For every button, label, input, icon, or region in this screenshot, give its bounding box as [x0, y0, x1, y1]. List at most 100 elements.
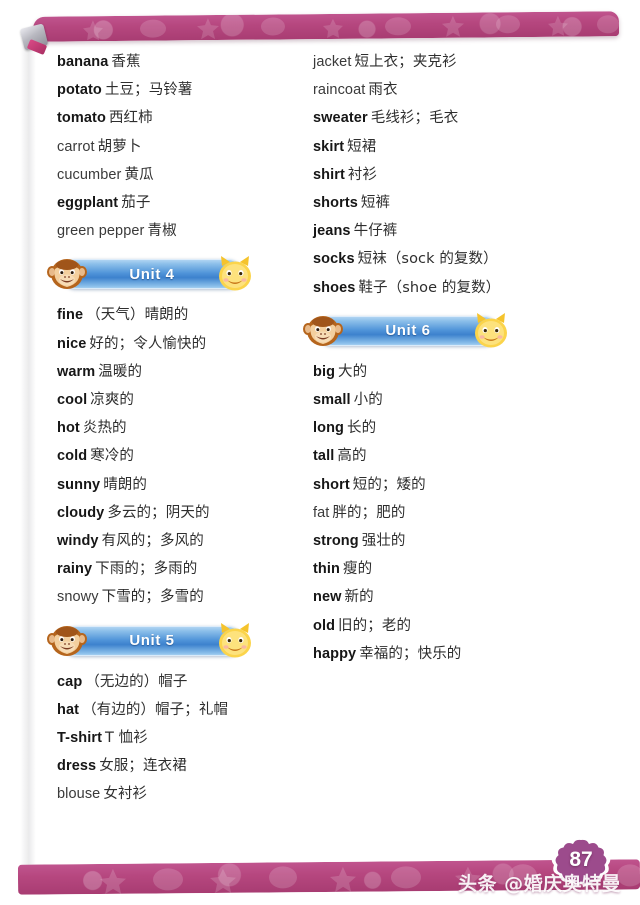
word-english: long — [313, 420, 345, 437]
monkey-face-icon — [303, 315, 343, 346]
word-chinese: （无边的）帽子 — [85, 673, 188, 690]
unit-5-word-list: cap （无边的）帽子 hat （有边的）帽子；礼帽 T-shirt T 恤衫 dre… — [57, 668, 307, 809]
cat-face-icon — [475, 312, 507, 348]
list-item: thin 瘦的 — [313, 555, 603, 583]
list-item: raincoat 雨衣 — [313, 76, 603, 104]
list-item: sweater 毛线衫；毛衣 — [313, 104, 603, 132]
list-item: small 小的 — [313, 386, 603, 414]
list-item: old 旧的；老的 — [313, 612, 603, 640]
list-item: tomato 西红柿 — [57, 104, 307, 132]
word-english: cool — [57, 392, 88, 409]
word-chinese: 香蕉 — [111, 54, 141, 70]
word-english: small — [313, 392, 351, 409]
list-item: sunny 晴朗的 — [57, 471, 307, 499]
word-chinese: 西红柿 — [108, 110, 153, 127]
watermark-text: 头条 @婚庆奥特曼 — [458, 873, 622, 895]
word-english: nice — [57, 335, 87, 352]
word-chinese: 凉爽的 — [90, 392, 135, 409]
word-chinese: 寒冷的 — [90, 448, 135, 465]
word-english: thin — [313, 561, 340, 578]
list-item: T-shirt T 恤衫 — [57, 724, 307, 752]
word-english: jeans — [313, 223, 351, 240]
word-english: fine — [57, 307, 84, 324]
list-item: hot 炎热的 — [57, 414, 307, 442]
word-chinese: 女服；连衣裙 — [99, 758, 187, 775]
word-english: banana — [57, 54, 109, 70]
textbook-page: banana 香蕉 potato 土豆；马铃薯 tomato 西红柿 carrot 胡萝… — [0, 0, 640, 905]
list-item: tall 高的 — [313, 442, 603, 470]
word-chinese: 多云的；阴天的 — [107, 504, 210, 521]
word-english: carrot — [57, 138, 95, 155]
word-chinese: 短裙 — [347, 138, 377, 155]
unit-5-label: Unit 5 — [129, 632, 175, 650]
word-chinese: 短袜（sock 的复数） — [357, 251, 498, 268]
word-english: green pepper — [57, 223, 145, 240]
word-english: jacket — [313, 54, 352, 70]
band-star-pattern-icon — [83, 15, 619, 41]
list-item: nice 好的；令人愉快的 — [57, 330, 307, 358]
word-chinese: 温暖的 — [98, 363, 143, 380]
unit-6-banner: Unit 6 — [303, 312, 507, 348]
unit-6-label: Unit 6 — [385, 322, 431, 340]
word-english: eggplant — [57, 195, 119, 212]
word-english: tomato — [57, 110, 106, 127]
word-english: shoes — [313, 279, 356, 296]
word-chinese: （天气）晴朗的 — [86, 307, 189, 324]
word-chinese: 雨衣 — [368, 82, 398, 99]
list-item: cool 凉爽的 — [57, 386, 307, 414]
word-chinese: 下雪的；多雪的 — [101, 589, 204, 606]
word-english: dress — [57, 758, 97, 775]
right-column: jacket 短上衣；夹克衫 raincoat 雨衣 sweater 毛线衫；毛衣 s… — [303, 48, 603, 668]
word-chinese: 幸福的；快乐的 — [359, 645, 462, 662]
list-item: cap （无边的）帽子 — [57, 668, 307, 696]
list-item: shoes 鞋子（shoe 的复数） — [313, 274, 603, 302]
list-item: short 短的；矮的 — [313, 471, 603, 499]
word-english: raincoat — [313, 82, 366, 99]
left-column: banana 香蕉 potato 土豆；马铃薯 tomato 西红柿 carrot 胡萝… — [47, 48, 307, 809]
word-english: blouse — [57, 786, 101, 803]
cat-face-icon — [219, 622, 251, 658]
word-english: short — [313, 476, 350, 493]
word-english: fat — [313, 504, 330, 521]
word-english: cold — [57, 448, 88, 465]
word-english: old — [313, 617, 336, 634]
word-chinese: 胖的；肥的 — [332, 504, 406, 521]
word-english: tall — [313, 448, 335, 465]
word-english: cloudy — [57, 504, 105, 521]
word-english: rainy — [57, 561, 93, 578]
word-english: cucumber — [57, 166, 122, 183]
word-english: shirt — [313, 166, 345, 183]
page-content: banana 香蕉 potato 土豆；马铃薯 tomato 西红柿 carrot 胡萝… — [0, 48, 640, 848]
list-item: shorts 短裤 — [313, 189, 603, 217]
word-english: hat — [57, 701, 80, 718]
unit-4-label: Unit 4 — [129, 265, 175, 283]
word-chinese: 强壮的 — [361, 533, 406, 550]
word-chinese: 土豆；马铃薯 — [104, 82, 193, 99]
list-item: banana 香蕉 — [57, 48, 307, 76]
word-chinese: 胡萝卜 — [97, 138, 142, 155]
list-item: windy 有风的；多风的 — [57, 527, 307, 555]
word-chinese: 晴朗的 — [103, 476, 148, 493]
list-item: socks 短袜（sock 的复数） — [313, 245, 603, 273]
word-chinese: 小的 — [353, 392, 383, 409]
word-chinese: 长的 — [347, 420, 377, 437]
word-chinese: 新的 — [344, 589, 374, 606]
word-english: snowy — [57, 589, 99, 606]
list-item: cloudy 多云的；阴天的 — [57, 499, 307, 527]
word-english: shorts — [313, 195, 358, 212]
word-chinese: 大的 — [338, 363, 368, 380]
word-chinese: 茄子 — [121, 195, 151, 212]
word-english: happy — [313, 645, 357, 662]
list-item: big 大的 — [313, 358, 603, 386]
list-item: fat 胖的；肥的 — [313, 499, 603, 527]
word-chinese: 鞋子（shoe 的复数） — [358, 279, 501, 296]
list-item: eggplant 茄子 — [57, 189, 307, 217]
word-chinese: T 恤衫 — [105, 730, 148, 747]
word-chinese: 好的；令人愉快的 — [89, 335, 207, 352]
word-english: new — [313, 589, 342, 606]
list-item: cucumber 黄瓜 — [57, 161, 307, 189]
word-english: sweater — [313, 110, 368, 127]
word-chinese: 衬衫 — [347, 166, 378, 183]
list-item: happy 幸福的；快乐的 — [313, 640, 603, 668]
word-chinese: 旧的；老的 — [338, 617, 412, 634]
